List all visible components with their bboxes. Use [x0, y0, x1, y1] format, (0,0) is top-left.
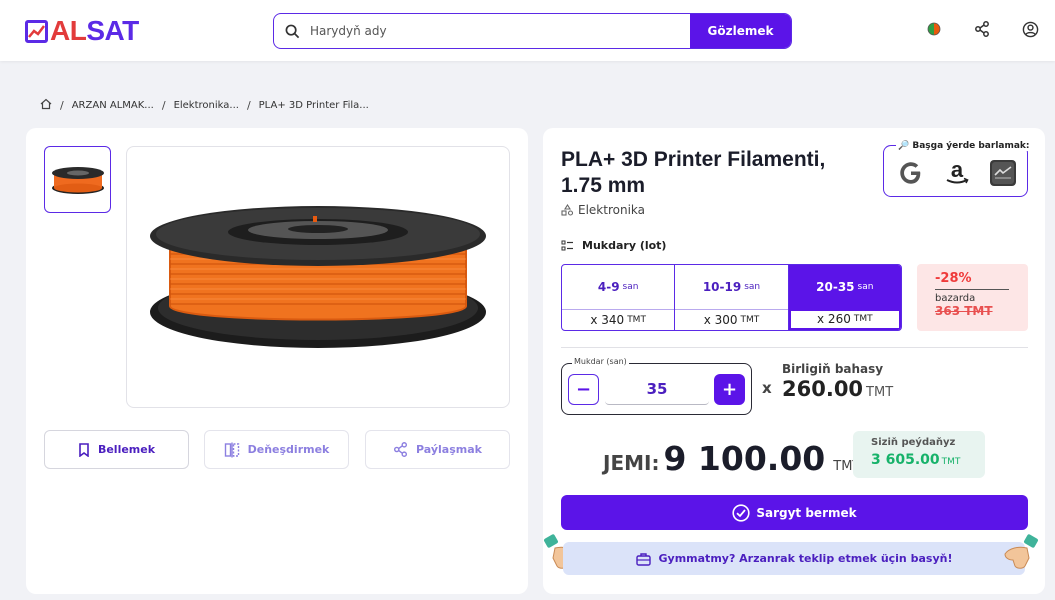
category-label: Elektronika: [578, 203, 645, 217]
share-icon: [393, 442, 408, 457]
google-icon[interactable]: [896, 158, 926, 188]
user-account-icon[interactable]: [1021, 20, 1039, 38]
list-icon: [561, 240, 573, 250]
breadcrumb-item-current: PLA+ 3D Printer Fila...: [258, 100, 369, 111]
product-main-image[interactable]: [126, 146, 510, 408]
tier-range: 20-35: [816, 279, 855, 294]
market-price-label: bazarda: [935, 293, 976, 304]
header-actions: [925, 20, 1039, 38]
theme-toggle-icon[interactable]: [925, 20, 943, 38]
breadcrumb: / ARZAN ALMAK... / Elektronika... / PLA+…: [40, 98, 369, 113]
search-input[interactable]: [310, 14, 690, 48]
tier-price: x 300: [703, 312, 738, 327]
logo[interactable]: ALSAT: [25, 15, 139, 46]
divider: [561, 347, 1028, 348]
share-icon[interactable]: [973, 20, 991, 38]
unit-price: 260.00 TMT: [782, 377, 893, 401]
compare-button[interactable]: Deňeşdirmek: [204, 430, 349, 469]
savings-currency: TMT: [941, 457, 961, 467]
offer-lower-price-button[interactable]: Gymmatmy? Arzanrak teklip etmek üçin bas…: [563, 542, 1025, 575]
product-category[interactable]: Elektronika: [561, 203, 645, 217]
home-icon[interactable]: [40, 98, 52, 113]
quantity-stepper: Mukdar (san) − 35 +: [561, 357, 752, 415]
savings-badge: Siziň peýdaňyz 3 605.00 TMT: [853, 431, 985, 478]
breadcrumb-item[interactable]: Elektronika...: [174, 100, 239, 111]
breadcrumb-item[interactable]: ARZAN ALMAK...: [72, 100, 154, 111]
compare-icon: [224, 442, 239, 457]
search-icon: [274, 14, 310, 48]
top-bar: ALSAT Gözlemek: [0, 0, 1055, 61]
category-icon: [561, 204, 574, 216]
place-order-button[interactable]: Sargyt bermek: [561, 495, 1028, 530]
tier-range: 10-19: [702, 279, 742, 294]
place-order-label: Sargyt bermek: [756, 505, 857, 520]
total-label: JEMI:: [603, 451, 660, 475]
pointing-hand-icon: [1004, 534, 1038, 569]
logo-text: ALSAT: [50, 15, 139, 46]
tier-price: x 340: [590, 312, 625, 327]
quantity-header-label: Mukdary (lot): [582, 239, 667, 252]
breadcrumb-separator: /: [161, 99, 166, 112]
logo-chart-icon: [25, 19, 48, 43]
price-tiers: 4-9 san x 340 TMT 10-19 san x 300 TMT 20-35 s…: [561, 264, 902, 331]
breadcrumb-separator: /: [60, 99, 64, 112]
market-discount-badge: -28% bazarda 363 TMT: [917, 264, 1028, 331]
unit-price-currency: TMT: [866, 385, 894, 400]
market-old-price: 363 TMT: [935, 304, 993, 318]
marketplace-icon[interactable]: [988, 158, 1018, 188]
product-title: PLA+ 3D Printer Filamenti, 1.75 mm: [561, 148, 826, 197]
search-button[interactable]: Gözlemek: [690, 14, 791, 48]
check-elsewhere-label: 🔎 Başga ýerde barlamak:: [896, 141, 1032, 151]
savings-value: 3 605.00: [871, 452, 940, 468]
tier-unit: san: [622, 281, 639, 292]
quantity-header: Mukdary (lot): [561, 239, 666, 252]
product-info-card: PLA+ 3D Printer Filamenti, 1.75 mm Elekt…: [543, 128, 1045, 594]
product-thumbnail[interactable]: [44, 146, 111, 213]
svg-text:a: a: [951, 159, 964, 182]
tier-range: 4-9: [597, 279, 620, 294]
search-bar: Gözlemek: [273, 13, 792, 49]
price-tier-active[interactable]: 20-35 san x 260 TMT: [788, 265, 901, 330]
gallery-card: Bellemek Deňeşdirmek Paýlaşmak: [26, 128, 528, 594]
increase-quantity-button[interactable]: +: [714, 374, 745, 405]
save-button-label: Bellemek: [97, 443, 156, 456]
tier-currency: TMT: [627, 314, 646, 325]
tier-currency: TMT: [853, 314, 873, 325]
quantity-input[interactable]: 35: [605, 374, 709, 405]
save-button[interactable]: Bellemek: [44, 430, 189, 469]
decrease-quantity-button[interactable]: −: [568, 374, 599, 405]
discount-percent: -28%: [935, 271, 1009, 290]
tier-unit: san: [857, 281, 874, 292]
savings-label: Siziň peýdaňyz: [871, 437, 956, 448]
price-tier[interactable]: 10-19 san x 300 TMT: [675, 265, 789, 330]
share-button[interactable]: Paýlaşmak: [365, 430, 510, 469]
total-value: 9 100.00: [663, 439, 826, 478]
price-tier[interactable]: 4-9 san x 340 TMT: [562, 265, 676, 330]
offer-lower-price-label: Gymmatmy? Arzanrak teklip etmek üçin bas…: [658, 552, 953, 565]
share-button-label: Paýlaşmak: [416, 443, 482, 456]
unit-price-value: 260.00: [782, 377, 864, 401]
check-elsewhere-box: 🔎 Başga ýerde barlamak: a: [883, 141, 1032, 197]
amazon-icon[interactable]: a: [942, 158, 972, 188]
quantity-field-label: Mukdar (san): [572, 357, 629, 366]
tier-unit: san: [744, 281, 761, 292]
bookmark-icon: [79, 442, 89, 457]
briefcase-icon: [635, 552, 651, 566]
check-circle-icon: [732, 503, 750, 522]
unit-price-label: Birligiň bahasy: [782, 362, 884, 376]
compare-button-label: Deňeşdirmek: [247, 443, 330, 456]
multiply-sign: x: [762, 379, 772, 397]
total-price: JEMI: 9 100.00 TMT: [603, 439, 860, 478]
tier-price: x 260: [817, 312, 851, 327]
breadcrumb-separator: /: [246, 99, 251, 112]
tier-currency: TMT: [740, 314, 760, 325]
